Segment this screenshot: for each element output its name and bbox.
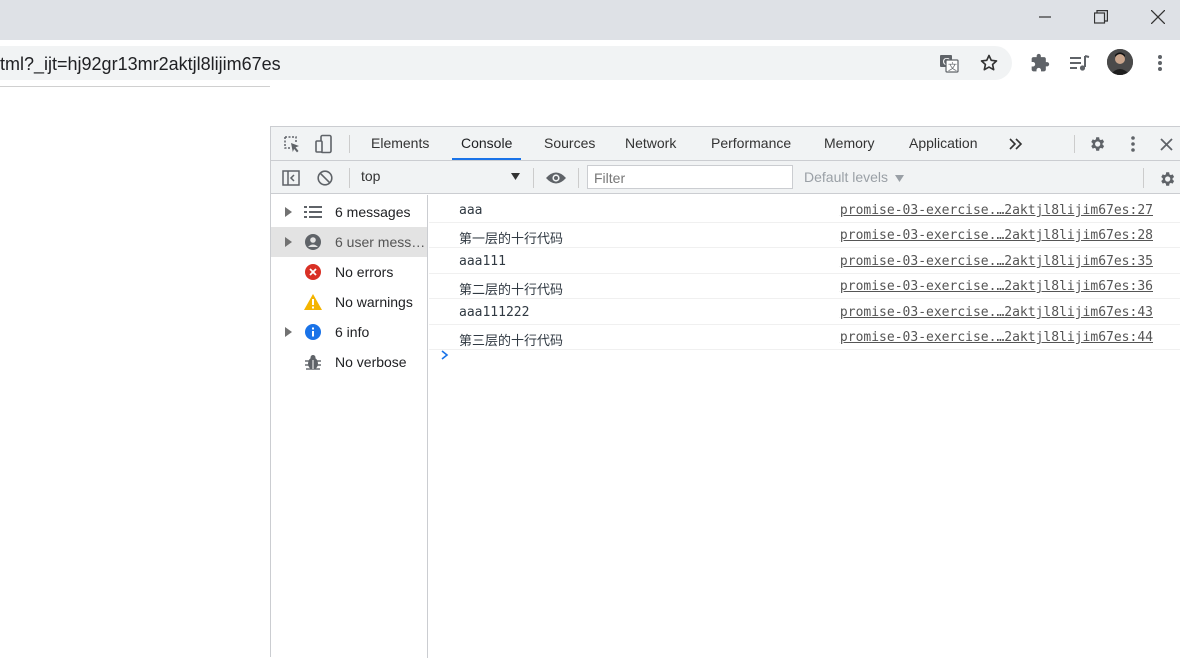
context-selector[interactable]: top bbox=[361, 168, 521, 188]
live-expression-eye-icon[interactable] bbox=[544, 169, 568, 187]
clear-console-icon[interactable] bbox=[316, 169, 334, 187]
console-message-row: 第一层的十行代码 promise-03-exercise.…2aktjl8lij… bbox=[429, 223, 1180, 248]
inspect-element-icon[interactable] bbox=[281, 134, 303, 154]
extensions-icon[interactable] bbox=[1028, 51, 1052, 75]
console-message-text: aaa111222 bbox=[459, 305, 530, 320]
console-message-text: 第二层的十行代码 bbox=[459, 283, 564, 298]
console-toolbar: top Default levels bbox=[271, 161, 1180, 194]
console-sidebar: 6 messages 6 user messages No errors No … bbox=[271, 195, 428, 658]
console-messages: aaa promise-03-exercise.…2aktjl8lijim67e… bbox=[429, 195, 1180, 658]
bug-icon bbox=[304, 353, 322, 371]
sidebar-item-warnings[interactable]: No warnings bbox=[271, 287, 427, 317]
tab-separator bbox=[1074, 135, 1075, 153]
devtools-panel: Elements Console Sources Network Perform… bbox=[270, 126, 1180, 658]
console-message-row: aaa promise-03-exercise.…2aktjl8lijim67e… bbox=[429, 198, 1180, 223]
toolbar-separator bbox=[1143, 168, 1144, 188]
log-levels-dropdown[interactable]: Default levels bbox=[804, 169, 904, 185]
log-levels-label: Default levels bbox=[804, 169, 889, 185]
sidebar-item-info[interactable]: 6 info bbox=[271, 317, 427, 347]
console-source-link[interactable]: promise-03-exercise.…2aktjl8lijim67es:36 bbox=[840, 279, 1153, 294]
page-viewport bbox=[0, 86, 270, 657]
sidebar-item-label: 6 messages bbox=[335, 204, 411, 220]
toolbar-separator bbox=[578, 168, 579, 188]
sidebar-toggle-icon[interactable] bbox=[281, 169, 301, 187]
translate-icon[interactable]: G文 bbox=[939, 53, 959, 73]
tab-sources[interactable]: Sources bbox=[544, 127, 595, 160]
toolbar-separator bbox=[349, 168, 350, 188]
tab-performance[interactable]: Performance bbox=[711, 127, 791, 160]
svg-text:文: 文 bbox=[948, 61, 957, 73]
browser-toolbar: tml?_ijt=hj92gr13mr2aktjl8lijim67es G文 bbox=[0, 40, 1180, 86]
tab-memory[interactable]: Memory bbox=[824, 127, 875, 160]
close-window-icon[interactable] bbox=[1130, 0, 1180, 34]
sidebar-item-label: 6 user messages bbox=[335, 234, 427, 250]
tab-application[interactable]: Application bbox=[909, 127, 978, 160]
sidebar-item-label: No errors bbox=[335, 264, 394, 280]
list-icon bbox=[304, 203, 322, 221]
console-source-link[interactable]: promise-03-exercise.…2aktjl8lijim67es:44 bbox=[840, 330, 1153, 345]
console-message-row: 第二层的十行代码 promise-03-exercise.…2aktjl8lij… bbox=[429, 274, 1180, 299]
bookmark-star-icon[interactable] bbox=[979, 53, 999, 73]
settings-gear-icon[interactable] bbox=[1087, 134, 1107, 154]
close-devtools-icon[interactable] bbox=[1158, 136, 1174, 152]
console-prompt-chevron-icon[interactable] bbox=[439, 349, 451, 361]
toolbar-separator bbox=[533, 168, 534, 188]
console-message-text: 第三层的十行代码 bbox=[459, 334, 564, 349]
dropdown-arrow-icon bbox=[894, 175, 904, 182]
minimize-icon[interactable] bbox=[1017, 0, 1073, 34]
expand-arrow-icon[interactable] bbox=[285, 327, 292, 337]
filter-input[interactable] bbox=[592, 167, 792, 189]
console-message-row: aaa111222 promise-03-exercise.…2aktjl8li… bbox=[429, 300, 1180, 325]
sidebar-item-user-messages[interactable]: 6 user messages bbox=[271, 227, 427, 257]
error-icon bbox=[304, 263, 322, 281]
sidebar-item-verbose[interactable]: No verbose bbox=[271, 347, 427, 377]
expand-arrow-icon[interactable] bbox=[285, 207, 292, 217]
console-settings-gear-icon[interactable] bbox=[1157, 169, 1177, 189]
console-source-link[interactable]: promise-03-exercise.…2aktjl8lijim67es:27 bbox=[840, 203, 1153, 218]
user-icon bbox=[304, 233, 322, 251]
console-message-row: 第三层的十行代码 promise-03-exercise.…2aktjl8lij… bbox=[429, 325, 1180, 350]
dropdown-arrow-icon bbox=[511, 173, 520, 180]
context-selector-value: top bbox=[361, 168, 381, 184]
sidebar-item-label: No warnings bbox=[335, 294, 413, 310]
address-bar[interactable]: tml?_ijt=hj92gr13mr2aktjl8lijim67es G文 bbox=[0, 46, 1012, 80]
devtools-tab-bar: Elements Console Sources Network Perform… bbox=[271, 127, 1180, 161]
device-toolbar-icon[interactable] bbox=[313, 134, 335, 154]
console-message-row: aaa111 promise-03-exercise.…2aktjl8lijim… bbox=[429, 249, 1180, 274]
sidebar-item-messages[interactable]: 6 messages bbox=[271, 197, 427, 227]
window-title-bar bbox=[0, 0, 1180, 40]
sidebar-item-errors[interactable]: No errors bbox=[271, 257, 427, 287]
tab-elements[interactable]: Elements bbox=[371, 127, 429, 160]
expand-arrow-icon[interactable] bbox=[285, 237, 292, 247]
console-message-text: aaa111 bbox=[459, 254, 506, 269]
tab-console[interactable]: Console bbox=[452, 127, 522, 160]
browser-menu-icon[interactable] bbox=[1148, 51, 1172, 75]
more-tabs-chevron-icon[interactable] bbox=[1007, 135, 1025, 153]
media-queue-icon[interactable] bbox=[1067, 51, 1091, 75]
tab-separator bbox=[349, 135, 350, 153]
console-source-link[interactable]: promise-03-exercise.…2aktjl8lijim67es:43 bbox=[840, 305, 1153, 320]
tab-network[interactable]: Network bbox=[625, 127, 676, 160]
restore-icon[interactable] bbox=[1073, 0, 1129, 34]
url-text[interactable]: tml?_ijt=hj92gr13mr2aktjl8lijim67es bbox=[0, 54, 281, 75]
filter-box[interactable] bbox=[587, 165, 793, 189]
profile-avatar[interactable] bbox=[1107, 49, 1133, 75]
console-source-link[interactable]: promise-03-exercise.…2aktjl8lijim67es:28 bbox=[840, 228, 1153, 243]
sidebar-item-label: No verbose bbox=[335, 354, 407, 370]
console-source-link[interactable]: promise-03-exercise.…2aktjl8lijim67es:35 bbox=[840, 254, 1153, 269]
warning-icon bbox=[304, 293, 322, 311]
console-message-text: aaa bbox=[459, 203, 483, 218]
console-message-text: 第一层的十行代码 bbox=[459, 232, 564, 247]
info-icon bbox=[304, 323, 322, 341]
sidebar-item-label: 6 info bbox=[335, 324, 370, 340]
devtools-menu-icon[interactable] bbox=[1127, 135, 1139, 153]
